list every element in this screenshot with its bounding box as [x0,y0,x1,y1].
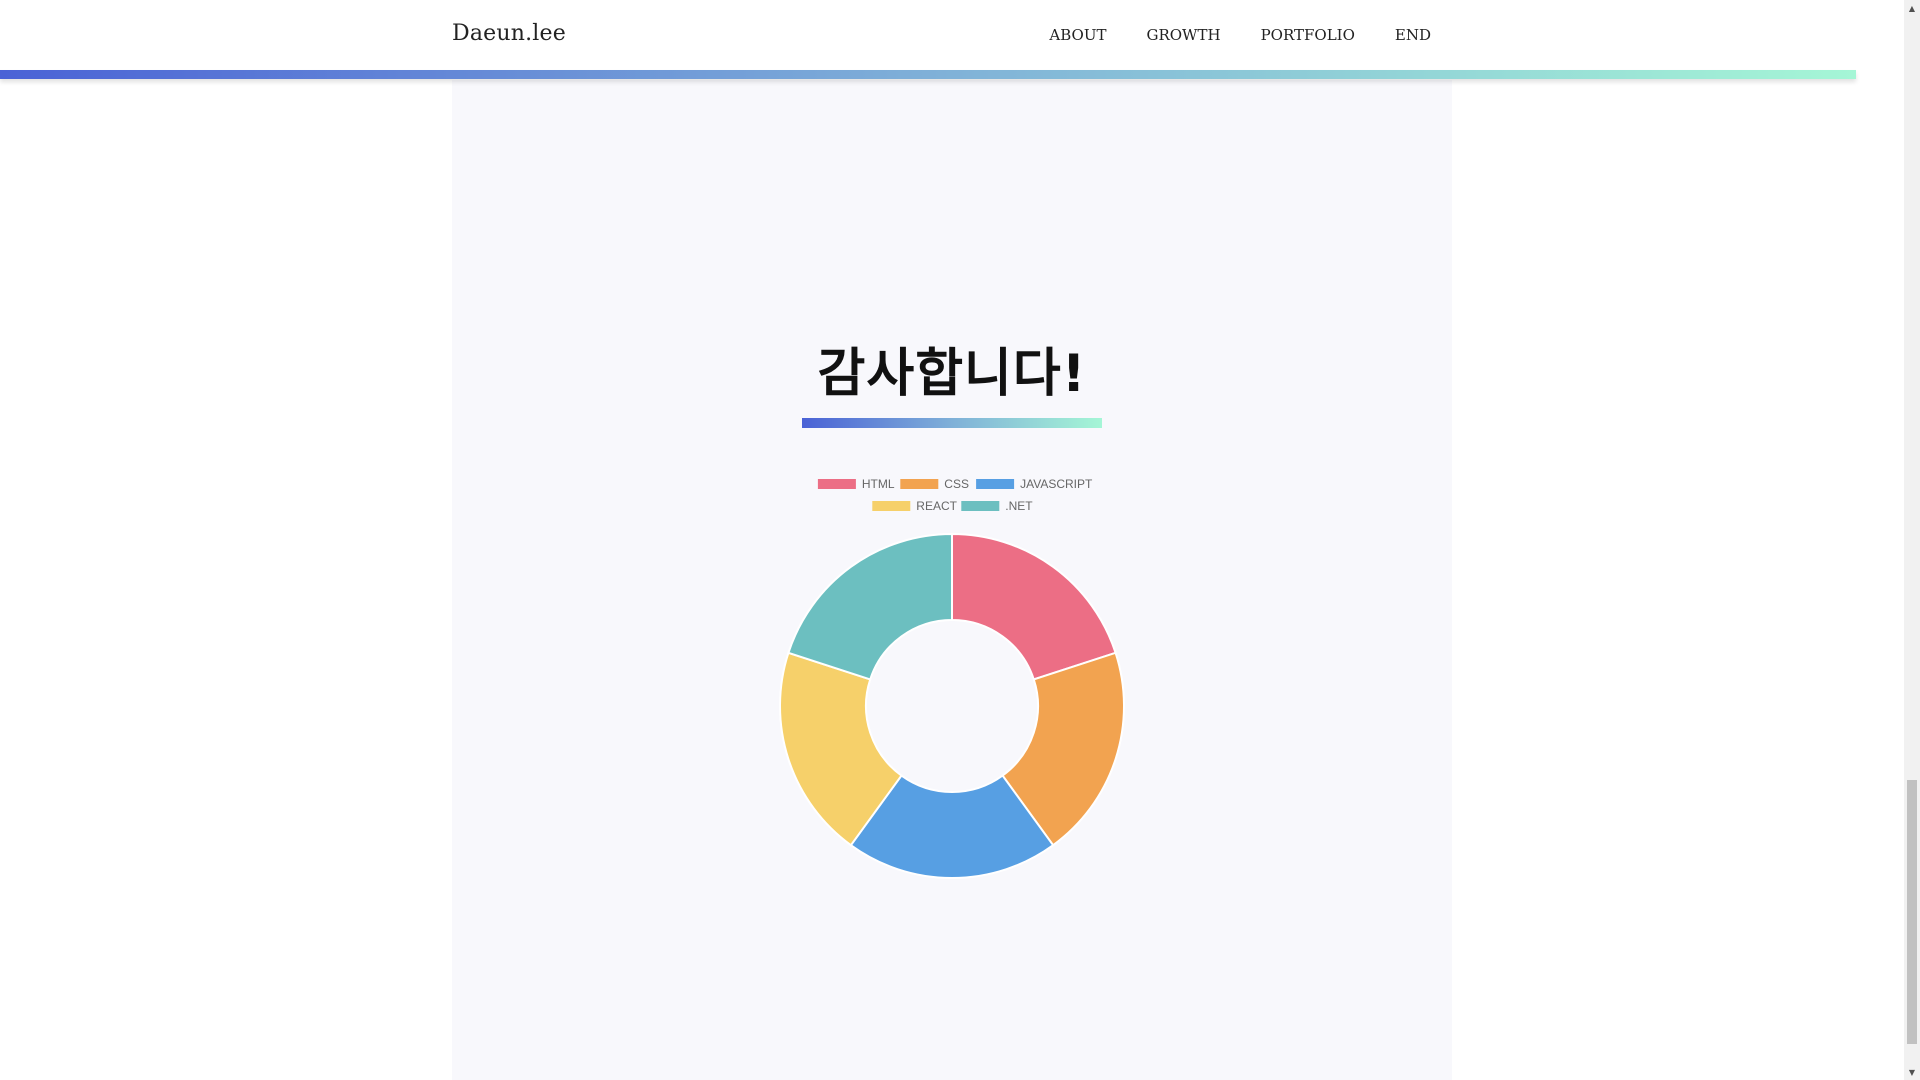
slice-net[interactable] [787,532,953,681]
skills-doughnut-chart: HTML CSS JAVASCRIPT REACT .NET [779,477,1125,879]
nav-portfolio[interactable]: PORTFOLIO [1261,26,1355,44]
legend-label-html[interactable]: HTML [862,477,895,491]
legend-label-css[interactable]: CSS [944,477,969,491]
scroll-down-arrow-icon[interactable]: ▼ [1904,1064,1920,1080]
scrollbar-thumb[interactable] [1907,780,1917,1044]
nav-about[interactable]: ABOUT [1049,26,1106,44]
legend-label-javascript[interactable]: JAVASCRIPT [1020,477,1093,491]
nav-end[interactable]: END [1395,26,1431,44]
legend-swatch-react[interactable] [872,501,911,511]
legend-swatch-net[interactable] [961,501,1000,511]
nav-growth[interactable]: GROWTH [1146,26,1220,44]
main-nav: ABOUT GROWTH PORTFOLIO END [1009,26,1431,44]
thanks-section: 감사합니다! [0,348,1904,400]
legend-label-net[interactable]: .NET [1005,499,1033,513]
thanks-heading: 감사합니다! [817,344,1087,404]
chart-legend: HTML CSS JAVASCRIPT REACT .NET [817,477,1093,513]
site-header: Daeun.lee ABOUT GROWTH PORTFOLIO END [0,0,1856,70]
legend-label-react[interactable]: REACT [916,499,957,513]
legend-swatch-html[interactable] [817,479,856,489]
scroll-up-arrow-icon[interactable]: ▲ [1904,0,1920,16]
chart-slices [779,532,1125,879]
legend-swatch-javascript[interactable] [976,479,1015,489]
thanks-underline [802,418,1102,428]
legend-swatch-css[interactable] [900,479,939,489]
scroll-progress-bar [0,70,1856,79]
page-viewport: Daeun.lee ABOUT GROWTH PORTFOLIO END 감사합… [0,0,1904,1080]
slice-html[interactable] [951,532,1117,681]
vertical-scrollbar[interactable]: ▲ ▼ [1904,0,1920,1080]
brand-logo[interactable]: Daeun.lee [452,21,566,46]
